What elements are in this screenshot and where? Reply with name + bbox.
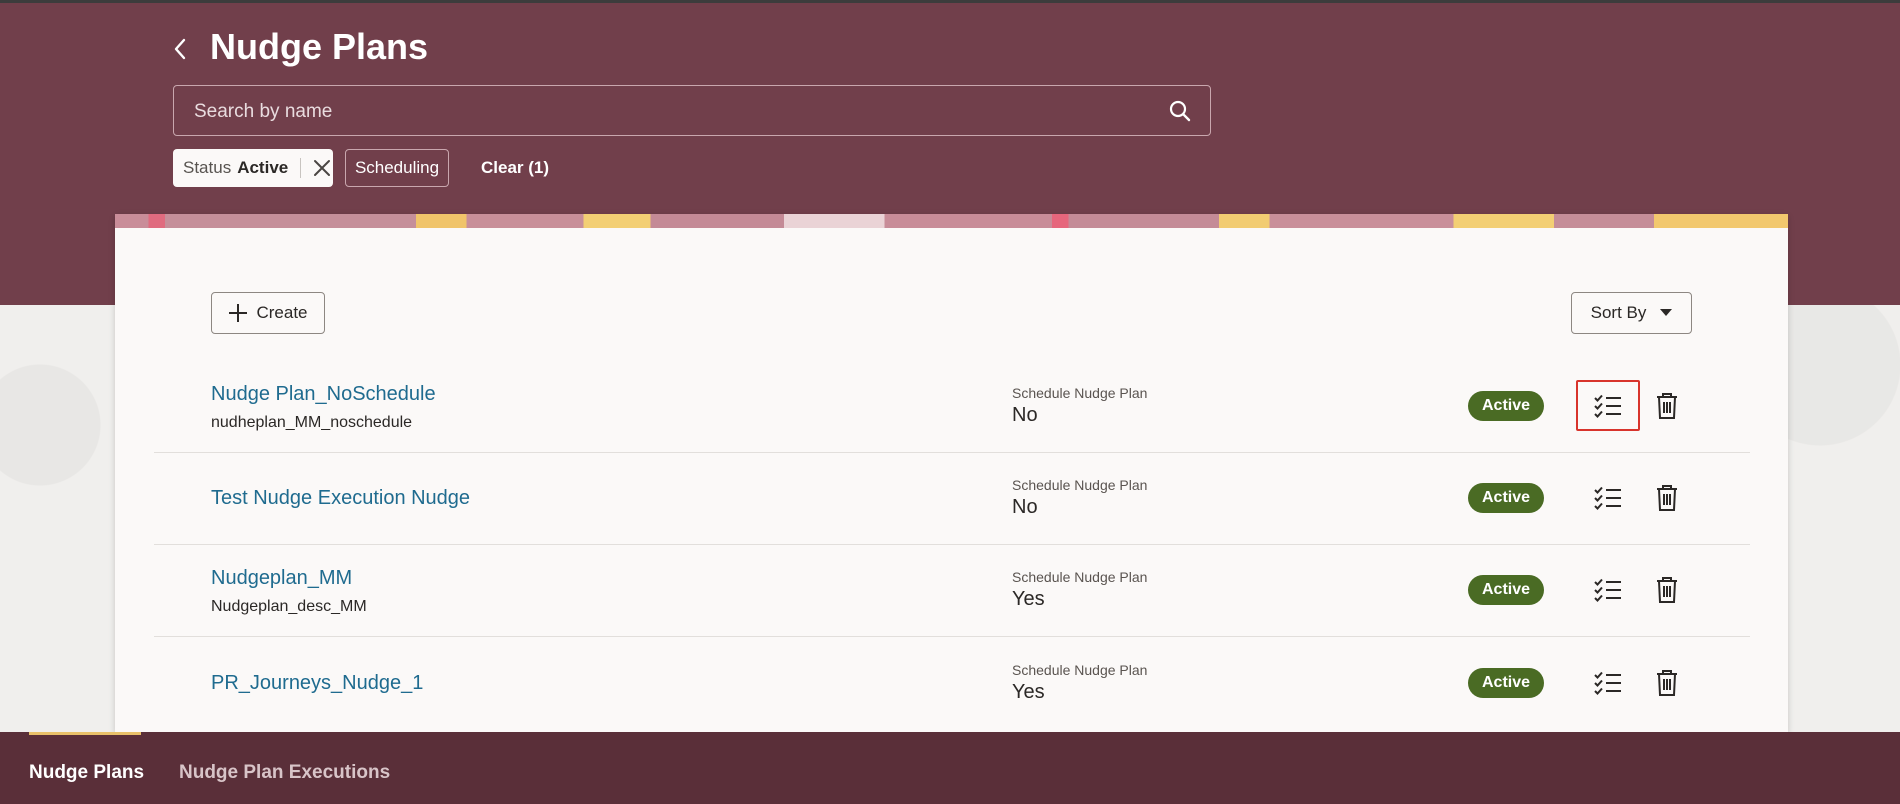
table-row: Test Nudge Execution Nudge Schedule Nudg… bbox=[154, 452, 1750, 545]
search-input[interactable] bbox=[192, 86, 1156, 137]
plan-name-link[interactable]: Nudge Plan_NoSchedule bbox=[211, 383, 436, 406]
table-row: PR_Journeys_Nudge_1 Schedule Nudge Plan … bbox=[154, 637, 1750, 729]
chevron-left-icon bbox=[174, 38, 186, 60]
caret-down-icon bbox=[1660, 309, 1673, 316]
status-badge: Active bbox=[1468, 391, 1544, 421]
status-filter-value: Active bbox=[237, 158, 289, 177]
search-icon[interactable] bbox=[1168, 99, 1192, 123]
schedule-value: Yes bbox=[1012, 681, 1045, 703]
active-tab-indicator bbox=[29, 732, 141, 735]
checklist-icon bbox=[1594, 671, 1621, 695]
plan-name-link[interactable]: Test Nudge Execution Nudge bbox=[211, 487, 470, 510]
decorative-strip bbox=[115, 214, 1788, 228]
sort-by-button[interactable]: Sort By bbox=[1571, 292, 1692, 334]
status-filter-key: Status bbox=[183, 158, 232, 177]
trash-icon bbox=[1657, 484, 1677, 511]
delete-button[interactable] bbox=[1642, 564, 1692, 615]
view-executions-button[interactable] bbox=[1576, 472, 1640, 523]
schedule-label: Schedule Nudge Plan bbox=[1012, 385, 1148, 401]
tab-nudge-plans[interactable]: Nudge Plans bbox=[29, 762, 144, 784]
schedule-label: Schedule Nudge Plan bbox=[1012, 569, 1148, 585]
bottom-nav: Nudge Plans Nudge Plan Executions bbox=[0, 732, 1900, 804]
checklist-icon bbox=[1594, 578, 1621, 602]
trash-icon bbox=[1657, 392, 1677, 419]
schedule-value: No bbox=[1012, 404, 1038, 426]
schedule-label: Schedule Nudge Plan bbox=[1012, 477, 1148, 493]
view-executions-button[interactable] bbox=[1576, 380, 1640, 431]
create-button[interactable]: Create bbox=[211, 292, 325, 334]
scheduling-filter-chip[interactable]: Scheduling bbox=[345, 149, 449, 187]
remove-status-filter-button[interactable] bbox=[311, 157, 333, 179]
clear-filters-link[interactable]: Clear (1) bbox=[481, 158, 549, 178]
create-button-label: Create bbox=[256, 303, 308, 322]
checklist-icon bbox=[1594, 394, 1621, 418]
plan-name-link[interactable]: PR_Journeys_Nudge_1 bbox=[211, 672, 423, 695]
plan-name-link[interactable]: Nudgeplan_MM bbox=[211, 567, 352, 590]
view-executions-button[interactable] bbox=[1576, 564, 1640, 615]
page-title: Nudge Plans bbox=[210, 26, 429, 67]
plan-description: nudheplan_MM_noschedule bbox=[211, 414, 413, 431]
view-executions-button[interactable] bbox=[1576, 657, 1640, 708]
sort-by-label: Sort By bbox=[1590, 303, 1647, 322]
nudge-plans-card: Create Sort By Nudge Plan_NoSchedule nud… bbox=[115, 214, 1788, 732]
schedule-value: No bbox=[1012, 496, 1038, 518]
status-badge: Active bbox=[1468, 483, 1544, 513]
status-filter-chip[interactable]: Status Active bbox=[173, 149, 333, 187]
delete-button[interactable] bbox=[1642, 657, 1692, 708]
trash-icon bbox=[1657, 576, 1677, 603]
back-button[interactable] bbox=[166, 32, 194, 66]
search-box[interactable] bbox=[173, 85, 1211, 137]
plan-description: Nudgeplan_desc_MM bbox=[211, 598, 367, 615]
delete-button[interactable] bbox=[1642, 380, 1692, 431]
tab-nudge-plan-executions[interactable]: Nudge Plan Executions bbox=[179, 762, 390, 784]
trash-icon bbox=[1657, 669, 1677, 696]
status-badge: Active bbox=[1468, 668, 1544, 698]
chip-separator bbox=[300, 158, 302, 178]
checklist-icon bbox=[1594, 486, 1621, 510]
status-badge: Active bbox=[1468, 575, 1544, 605]
delete-button[interactable] bbox=[1642, 472, 1692, 523]
schedule-label: Schedule Nudge Plan bbox=[1012, 662, 1148, 678]
table-row: Nudge Plan_NoSchedule nudheplan_MM_nosch… bbox=[154, 360, 1750, 453]
close-icon bbox=[314, 160, 331, 176]
table-row: Nudgeplan_MM Nudgeplan_desc_MM Schedule … bbox=[154, 544, 1750, 637]
schedule-value: Yes bbox=[1012, 588, 1045, 610]
plus-icon bbox=[229, 304, 248, 322]
